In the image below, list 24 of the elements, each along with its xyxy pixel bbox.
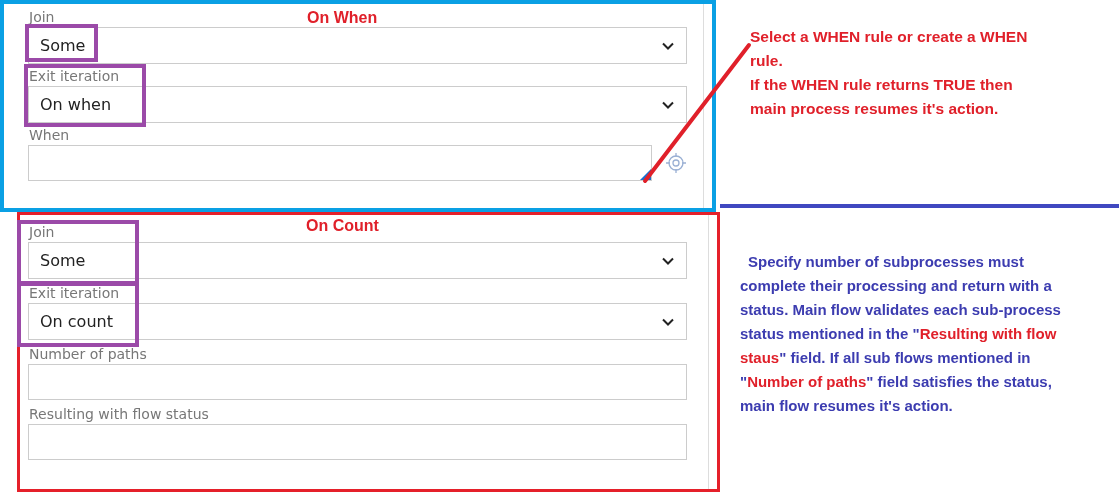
annotation-note: Specify number of subprocesses must complete their processing and return with a status. Main flow validates each sub-process status mentioned in the "Resulting with flow staus" field. If all sub flows mentioned in "Number of paths" field satisfies the status, main flow resumes it's action.	[740, 252, 1062, 416]
annotation-note: Select a WHEN rule or create a WHEN rule.	[750, 27, 1029, 71]
input-field[interactable]	[28, 424, 687, 460]
chevron-down-icon	[662, 256, 674, 265]
field-label: Number of paths	[28, 345, 147, 364]
chevron-down-icon	[662, 317, 674, 326]
target-icon[interactable]	[666, 153, 686, 173]
field-label: Exit iteration	[28, 67, 120, 86]
field-label: Join	[28, 223, 55, 242]
dropdown[interactable]: Some	[28, 27, 687, 64]
section-title: On Count	[306, 217, 379, 235]
rule-field[interactable]	[28, 145, 652, 181]
chevron-down-icon	[662, 100, 674, 109]
field-label: Join	[28, 8, 55, 27]
dropdown[interactable]: On count	[28, 303, 687, 340]
dropdown[interactable]: Some	[28, 242, 687, 279]
field-label: When	[28, 126, 70, 145]
chevron-down-icon	[662, 41, 674, 50]
dropdown[interactable]: On when	[28, 86, 687, 123]
input-field[interactable]	[28, 364, 687, 400]
section-title: On When	[307, 9, 378, 27]
annotation-note: If the WHEN rule returns TRUE then main process resumes it's action.	[750, 75, 1014, 119]
field-label: Exit iteration	[28, 284, 120, 303]
field-label: Resulting with flow status	[28, 405, 209, 424]
